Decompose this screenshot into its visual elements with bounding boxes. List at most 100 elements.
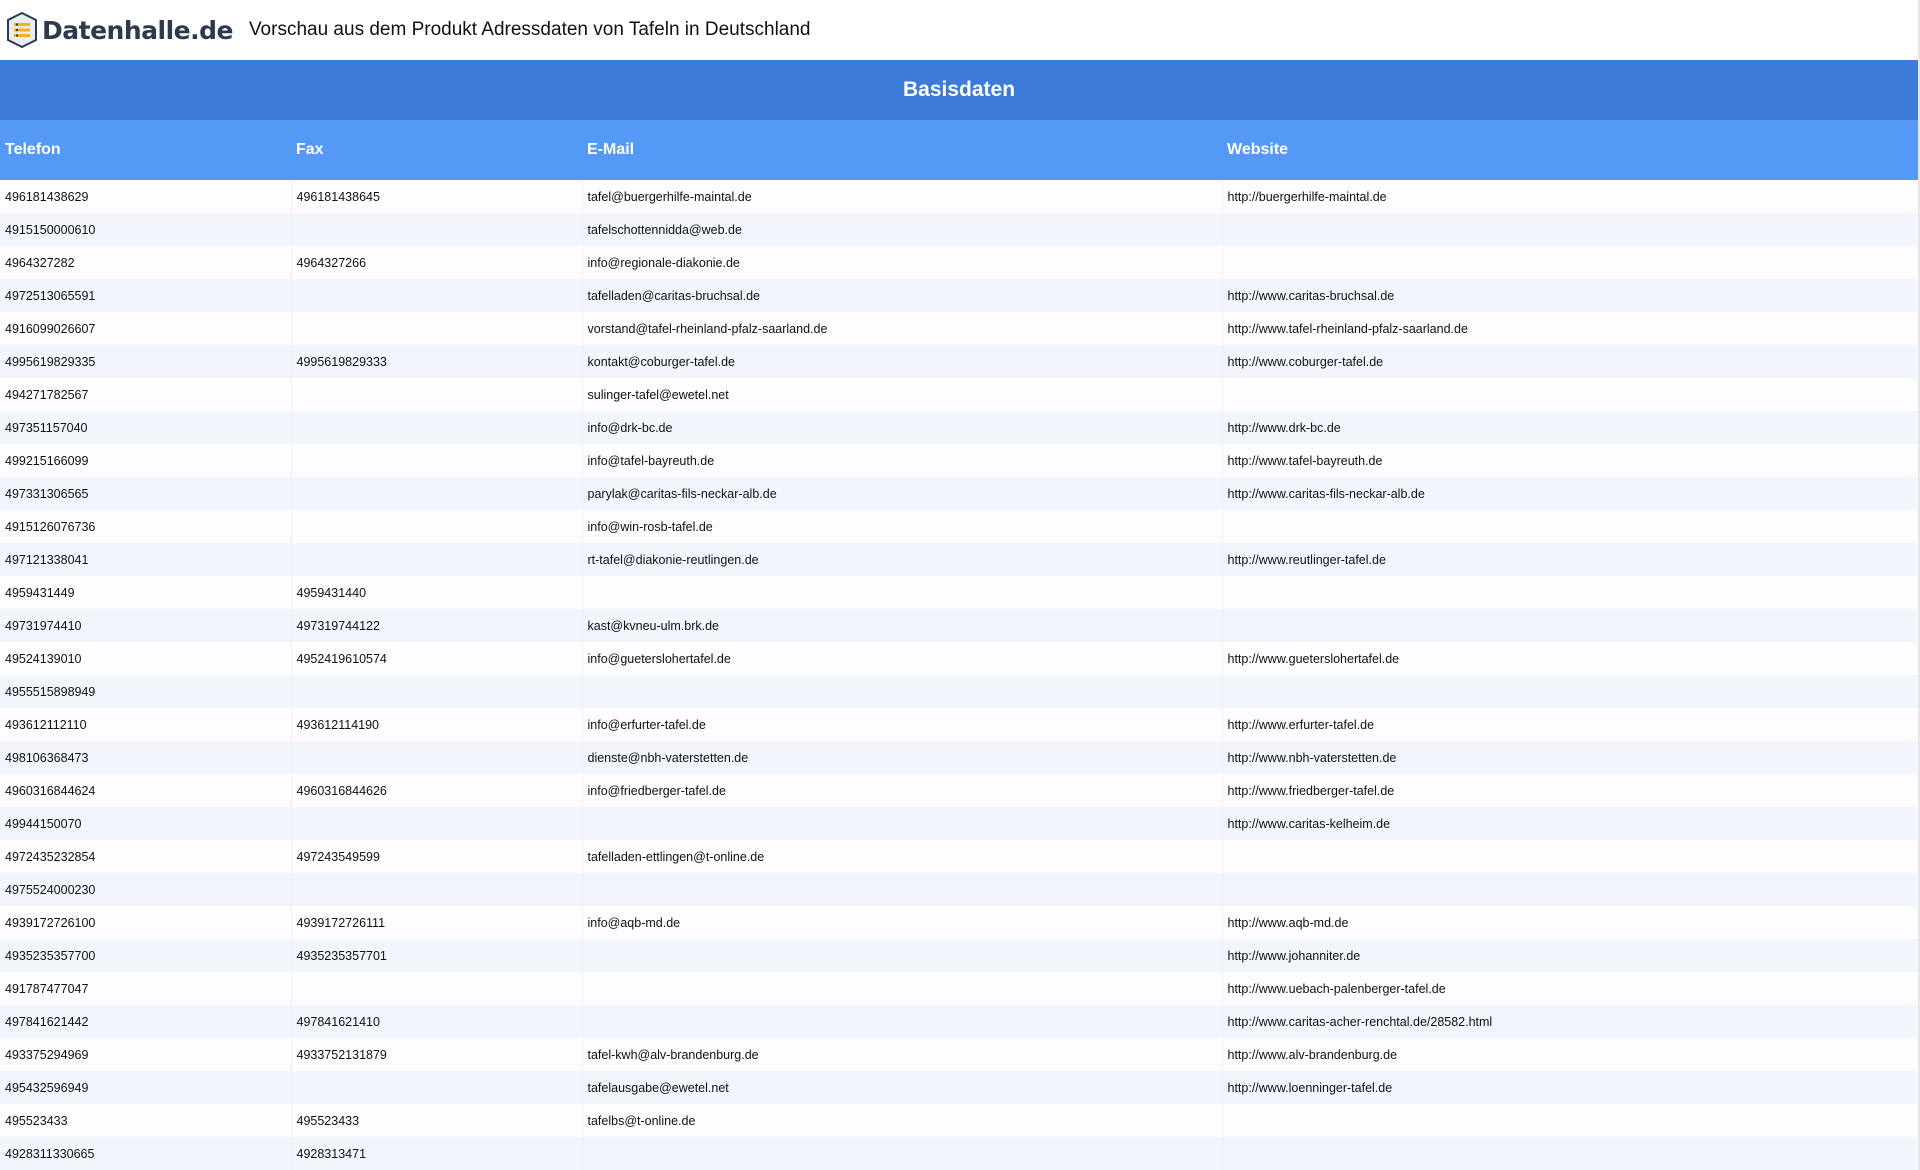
cell-email[interactable]: tafel-kwh@alv-brandenburg.de [582,1038,1223,1071]
table-row: 496181438629 496181438645 tafel@buergerhil… [0,180,1919,213]
table-row: 4915126076736 info@win-rosb-tafel.de [0,510,1919,543]
column-header-website[interactable]: Website [1222,120,1919,180]
cell-fax: 4933752131879 [291,1038,583,1071]
cell-telefon: 497331306565 [0,477,292,510]
cell-email[interactable]: info@regionale-diakonie.de [582,246,1223,279]
cell-website[interactable]: http://www.friedberger-tafel.de [1222,774,1919,807]
section-title: Basisdaten [0,60,1919,120]
cell-website[interactable]: http://www.drk-bc.de [1222,411,1919,444]
cell-fax [291,675,583,708]
cell-fax [291,972,583,1005]
cell-website[interactable]: http://www.nbh-vaterstetten.de [1222,741,1919,774]
cell-email[interactable]: tafelladen-ettlingen@t-online.de [582,840,1223,873]
table-row: 4972435232854 497243549599 tafelladen-ettl… [0,840,1919,873]
cell-website[interactable]: http://www.uebach-palenberger-tafel.de [1222,972,1919,1005]
cell-email[interactable]: info@tafel-bayreuth.de [582,444,1223,477]
cell-telefon: 493375294969 [0,1038,292,1071]
column-header-email[interactable]: E-Mail [582,120,1222,180]
cell-telefon: 498106368473 [0,741,292,774]
table-row: 498106368473 dienste@nbh-vaterstetten.de h… [0,741,1919,774]
cell-website[interactable]: http://www.alv-brandenburg.de [1222,1038,1919,1071]
logo[interactable]: Datenhalle.de [6,12,233,48]
cell-website [1222,213,1919,246]
table-row: 49944150070 http://www.caritas-kelheim.de [0,807,1919,840]
table-row: 4959431449 4959431440 [0,576,1919,609]
cell-website[interactable]: http://www.erfurter-tafel.de [1222,708,1919,741]
cell-telefon: 4915126076736 [0,510,292,543]
scroll-area[interactable]: Datenhalle.de Vorschau aus dem Produkt A… [0,0,1920,1170]
table-row: 497351157040 info@drk-bc.de http://www.drk… [0,411,1919,444]
table-row: 4928311330665 4928313471 [0,1137,1919,1170]
cell-website[interactable]: http://www.tafel-rheinland-pfalz-saarlan… [1222,312,1919,345]
cell-email [582,873,1223,906]
cell-website[interactable]: http://www.tafel-bayreuth.de [1222,444,1919,477]
cell-fax [291,444,583,477]
cell-email [582,1005,1223,1038]
cell-email[interactable]: dienste@nbh-vaterstetten.de [582,741,1223,774]
cell-email[interactable]: tafelausgabe@ewetel.net [582,1071,1223,1104]
cell-website[interactable]: http://www.caritas-kelheim.de [1222,807,1919,840]
cell-website[interactable]: http://www.caritas-bruchsal.de [1222,279,1919,312]
column-header-telefon[interactable]: Telefon [0,120,291,180]
cell-fax: 4995619829333 [291,345,583,378]
table-row: 49524139010 4952419610574 info@gueterslohe… [0,642,1919,675]
cell-website[interactable]: http://www.reutlinger-tafel.de [1222,543,1919,576]
cell-website[interactable]: http://www.johanniter.de [1222,939,1919,972]
cell-fax [291,873,583,906]
cell-fax: 4960316844626 [291,774,583,807]
cell-email[interactable]: vorstand@tafel-rheinland-pfalz-saarland.… [582,312,1223,345]
cell-website[interactable]: http://www.caritas-acher-renchtal.de/285… [1222,1005,1919,1038]
cell-email[interactable]: tafelbs@t-online.de [582,1104,1223,1137]
cell-email[interactable]: info@friedberger-tafel.de [582,774,1223,807]
cell-email[interactable]: tafel@buergerhilfe-maintal.de [582,180,1223,213]
cell-telefon: 4916099026607 [0,312,292,345]
cell-email[interactable]: info@erfurter-tafel.de [582,708,1223,741]
cell-telefon: 4939172726100 [0,906,292,939]
cell-email[interactable]: sulinger-tafel@ewetel.net [582,378,1223,411]
table-row: 4964327282 4964327266 info@regionale-diako… [0,246,1919,279]
table-row: 495523433 495523433 tafelbs@t-online.de [0,1104,1919,1137]
table-row: 495432596949 tafelausgabe@ewetel.net http:… [0,1071,1919,1104]
cell-email[interactable]: kast@kvneu-ulm.brk.de [582,609,1223,642]
cell-email[interactable]: kontakt@coburger-tafel.de [582,345,1223,378]
cell-email[interactable]: tafelladen@caritas-bruchsal.de [582,279,1223,312]
cell-fax [291,543,583,576]
cell-fax [291,477,583,510]
cell-fax [291,279,583,312]
cell-website[interactable]: http://www.loenninger-tafel.de [1222,1071,1919,1104]
cell-telefon: 4960316844624 [0,774,292,807]
cell-website [1222,246,1919,279]
page: Datenhalle.de Vorschau aus dem Produkt A… [0,0,1920,1170]
cell-website [1222,840,1919,873]
cell-website [1222,576,1919,609]
cell-website[interactable]: http://www.coburger-tafel.de [1222,345,1919,378]
cell-website [1222,609,1919,642]
cell-telefon: 49731974410 [0,609,292,642]
cell-telefon: 4964327282 [0,246,292,279]
column-header-row: Telefon Fax E-Mail Website [0,120,1919,180]
cell-email[interactable]: rt-tafel@diakonie-reutlingen.de [582,543,1223,576]
cell-telefon: 49524139010 [0,642,292,675]
cell-email[interactable]: info@guetersloher­tafel.de [582,642,1223,675]
cell-telefon: 49944150070 [0,807,292,840]
cell-telefon: 494271782567 [0,378,292,411]
cell-email[interactable]: info@aqb-md.de [582,906,1223,939]
table-row: 494271782567 sulinger-tafel@ewetel.net [0,378,1919,411]
column-header-fax[interactable]: Fax [291,120,582,180]
cell-website [1222,510,1919,543]
cell-email[interactable]: tafelschottennidda@web.de [582,213,1223,246]
table-row: 497841621442 497841621410 http://www.carit… [0,1005,1919,1038]
cell-website[interactable]: http://www.caritas-fils-neckar-alb.de [1222,477,1919,510]
cell-email[interactable]: parylak@caritas-fils-neckar-alb.de [582,477,1223,510]
cell-fax: 493612114190 [291,708,583,741]
cell-website[interactable]: http://www.aqb-md.de [1222,906,1919,939]
cell-email[interactable]: info@drk-bc.de [582,411,1223,444]
cell-email[interactable]: info@win-rosb-tafel.de [582,510,1223,543]
table-row: 499215166099 info@tafel-bayreuth.de http:/… [0,444,1919,477]
cell-email [582,807,1223,840]
cell-telefon: 493612112110 [0,708,292,741]
cell-fax: 496181438645 [291,180,583,213]
cell-website[interactable]: http://buergerhilfe-maintal.de [1222,180,1919,213]
cell-website[interactable]: http://www.guetersloher­tafel.de [1222,642,1919,675]
cell-fax [291,213,583,246]
